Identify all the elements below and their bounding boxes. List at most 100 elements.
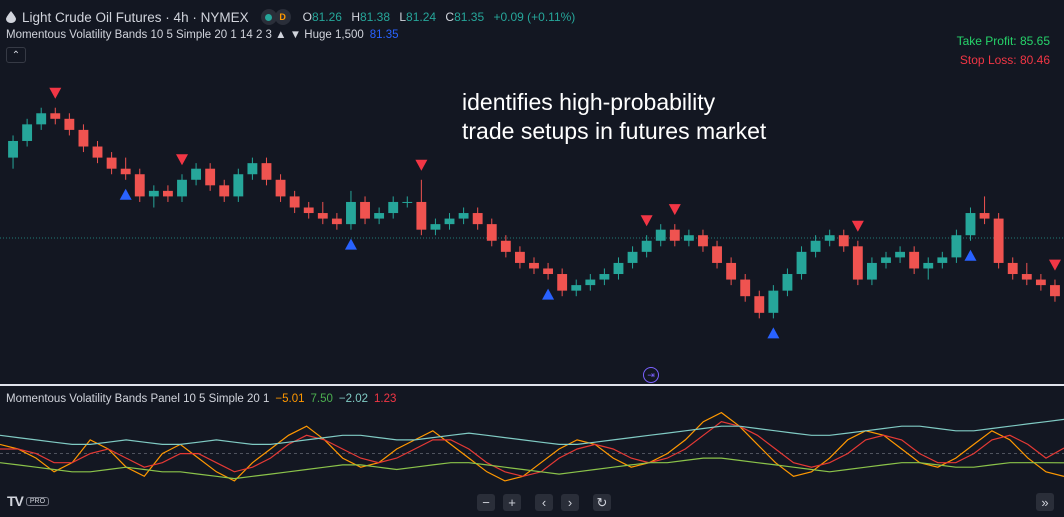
candle-body bbox=[36, 113, 47, 125]
candle bbox=[740, 274, 751, 302]
replay-icon[interactable]: ⇥ bbox=[643, 367, 659, 383]
pro-badge: PRO bbox=[25, 496, 50, 506]
candle bbox=[1007, 257, 1018, 280]
candle-body bbox=[909, 251, 920, 269]
panel-indicator-label: Momentous Volatility Bands Panel 10 5 Si… bbox=[6, 393, 270, 405]
candle-body bbox=[698, 235, 708, 247]
candle bbox=[641, 235, 652, 258]
candle bbox=[585, 274, 596, 291]
candle bbox=[92, 140, 103, 164]
indicator-panel-plot bbox=[0, 411, 1064, 482]
symbol-title[interactable]: Light Crude Oil Futures · 4h · NYMEX bbox=[22, 10, 249, 25]
chevron-up-icon: ⌃ bbox=[11, 49, 21, 61]
candle-body bbox=[824, 235, 835, 241]
candle-body bbox=[529, 262, 539, 269]
candle-body bbox=[571, 285, 582, 291]
candle-body bbox=[134, 174, 145, 197]
candle-body bbox=[557, 274, 568, 291]
ohlc-values: O81.26 H81.38 L81.24 C81.35 +0.09 (+0.11… bbox=[302, 10, 576, 24]
candle bbox=[824, 229, 835, 247]
candle bbox=[1035, 274, 1046, 291]
zoom-out-button[interactable]: − bbox=[477, 494, 495, 511]
candle-body bbox=[768, 290, 779, 313]
candle-body bbox=[78, 129, 89, 147]
candle bbox=[712, 240, 722, 269]
candle-body bbox=[585, 279, 596, 286]
candle-body bbox=[388, 201, 399, 214]
candle-body bbox=[162, 190, 173, 197]
candle-body bbox=[500, 240, 511, 252]
candle bbox=[8, 135, 18, 169]
change-value: +0.09 (+0.11%) bbox=[493, 10, 576, 24]
candle bbox=[500, 235, 511, 258]
candle bbox=[191, 163, 202, 186]
candle bbox=[514, 246, 525, 269]
candle-body bbox=[726, 262, 737, 280]
scroll-to-realtime-button[interactable]: » bbox=[1036, 493, 1054, 511]
candle bbox=[866, 257, 877, 286]
open-value: 81.26 bbox=[311, 10, 342, 24]
collapse-legend-button[interactable]: ⌃ bbox=[6, 47, 26, 63]
candle bbox=[275, 174, 286, 202]
candle bbox=[374, 207, 385, 225]
oil-drop-icon bbox=[6, 11, 16, 23]
delayed-data-badge[interactable]: D bbox=[274, 9, 291, 25]
candle-body bbox=[543, 268, 554, 275]
candle bbox=[388, 196, 399, 219]
candle bbox=[317, 201, 328, 225]
candle bbox=[796, 246, 807, 280]
candle bbox=[106, 152, 117, 175]
sell-signal-marker bbox=[640, 215, 653, 227]
pane-divider[interactable] bbox=[0, 384, 1064, 386]
panel-value-1: −5.01 bbox=[275, 393, 305, 405]
candle bbox=[909, 246, 920, 275]
panel-indicator-legend[interactable]: Momentous Volatility Bands Panel 10 5 Si… bbox=[6, 393, 396, 405]
candle bbox=[78, 124, 89, 153]
candle bbox=[599, 268, 610, 286]
candle-body bbox=[106, 157, 117, 169]
candle-body bbox=[937, 257, 948, 263]
candle-body bbox=[838, 235, 849, 247]
reset-chart-button[interactable]: ↻ bbox=[593, 494, 611, 511]
candle bbox=[754, 290, 765, 319]
candle-body bbox=[993, 218, 1004, 263]
tv-logo-icon: TV bbox=[7, 493, 24, 509]
tradingview-logo[interactable]: TV PRO bbox=[7, 493, 50, 509]
candle-body bbox=[627, 251, 638, 263]
chart-canvas[interactable] bbox=[0, 0, 1064, 517]
panel-value-2: 7.50 bbox=[310, 393, 333, 405]
annotation-text: identifies high-probability trade setups… bbox=[462, 89, 767, 144]
candle-body bbox=[712, 246, 722, 263]
candle-body bbox=[92, 146, 103, 158]
candle bbox=[1050, 279, 1060, 302]
close-value: 81.35 bbox=[454, 10, 485, 24]
candle bbox=[937, 251, 948, 269]
stop-loss-label: Stop Loss: 80.46 bbox=[959, 53, 1050, 67]
panel-series-line bbox=[0, 418, 1064, 445]
panel-series-line bbox=[0, 457, 1064, 480]
candle-body bbox=[205, 168, 216, 186]
buy-signal-marker bbox=[964, 249, 977, 261]
candle bbox=[458, 207, 469, 225]
candle-body bbox=[289, 196, 300, 208]
candle-body bbox=[782, 274, 793, 291]
candle bbox=[951, 229, 962, 263]
scroll-left-button[interactable]: ‹ bbox=[535, 494, 553, 511]
candle bbox=[261, 157, 272, 186]
candle bbox=[543, 262, 554, 280]
candle-body bbox=[22, 124, 33, 141]
candle bbox=[810, 235, 821, 258]
candle bbox=[529, 257, 539, 275]
status-badges: D bbox=[260, 9, 291, 25]
zoom-in-button[interactable]: + bbox=[503, 494, 521, 511]
main-indicator-legend[interactable]: Momentous Volatility Bands 10 5 Simple 2… bbox=[6, 29, 399, 41]
candle-body bbox=[148, 190, 159, 197]
candle bbox=[430, 218, 441, 236]
candle bbox=[965, 207, 976, 241]
candle bbox=[613, 257, 624, 280]
candle-body bbox=[895, 251, 906, 258]
sell-signal-marker bbox=[1048, 259, 1061, 271]
candle bbox=[50, 107, 61, 125]
scroll-right-button[interactable]: › bbox=[561, 494, 579, 511]
candle-body bbox=[444, 218, 455, 225]
